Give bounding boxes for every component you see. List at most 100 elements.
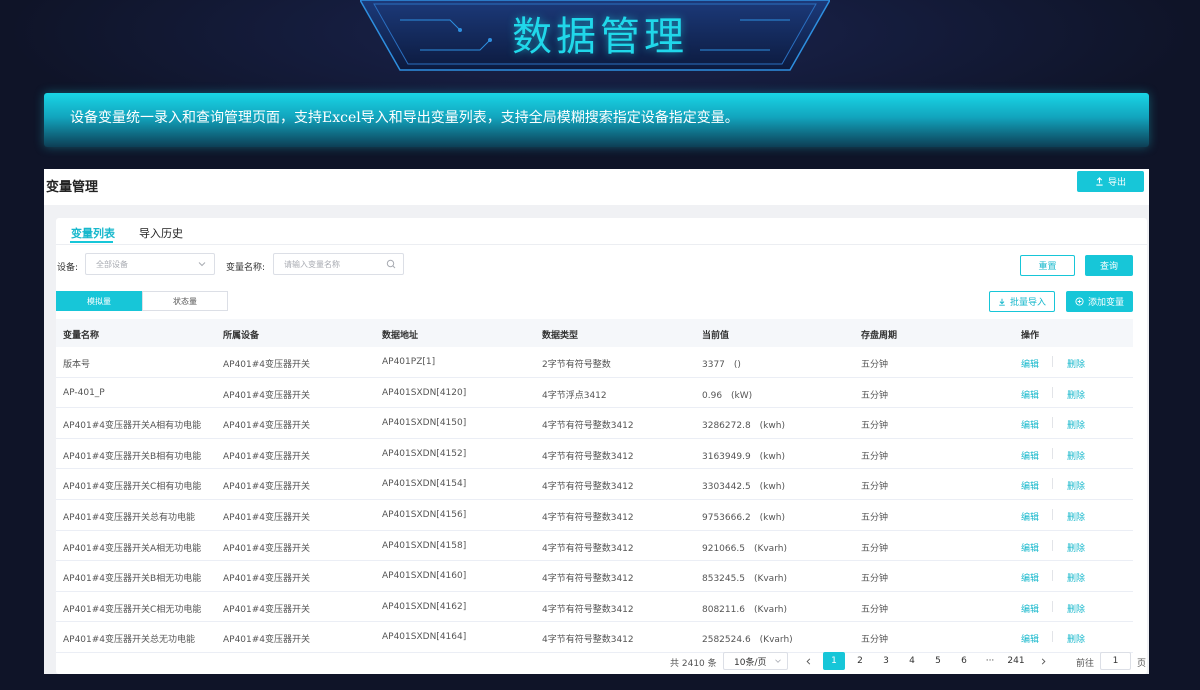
cell-data-type: 4字节有符号整数3412 xyxy=(542,451,634,462)
goto-page-input[interactable]: 1 xyxy=(1100,652,1131,670)
tab-import-history[interactable]: 导入历史 xyxy=(139,225,183,241)
edit-link[interactable]: 编辑 xyxy=(1021,571,1039,584)
variable-name-input[interactable]: 请输入变量名称 xyxy=(273,253,404,275)
cell-variable-name: AP401#4变压器开关总无功电能 xyxy=(63,635,196,646)
cell-device: AP401#4变压器开关 xyxy=(223,604,311,615)
edit-link[interactable]: 编辑 xyxy=(1021,541,1039,554)
cell-save-period: 五分钟 xyxy=(861,543,889,554)
variable-name-placeholder: 请输入变量名称 xyxy=(284,259,340,269)
action-divider xyxy=(1052,539,1053,551)
edit-link[interactable]: 编辑 xyxy=(1021,510,1039,523)
delete-link[interactable]: 删除 xyxy=(1067,479,1085,492)
edit-link[interactable]: 编辑 xyxy=(1021,449,1039,462)
panel-title: 变量管理 xyxy=(46,180,99,195)
cell-current-value: 3377 () xyxy=(702,360,741,370)
cell-save-period: 五分钟 xyxy=(861,390,889,401)
column-header-address: 数据地址 xyxy=(382,331,419,341)
cell-device: AP401#4变压器开关 xyxy=(223,360,311,370)
download-icon xyxy=(999,298,1005,306)
cell-address: AP401SXDN[4152] xyxy=(382,448,467,459)
edit-link[interactable]: 编辑 xyxy=(1021,357,1039,370)
cell-data-type: 4字节有符号整数3412 xyxy=(542,635,634,646)
cell-data-type: 4字节有符号整数3412 xyxy=(542,512,634,523)
device-filter-label: 设备: xyxy=(57,263,79,273)
cell-current-value: 9753666.2 (kwh) xyxy=(702,512,785,523)
table-row: AP401#4变压器开关A相无功电能 AP401#4变压器开关 AP401SXDN[… xyxy=(56,531,1133,562)
cell-address: AP401SXDN[4164] xyxy=(382,632,467,643)
delete-link[interactable]: 删除 xyxy=(1067,571,1085,584)
reset-button[interactable]: 重置 xyxy=(1020,255,1075,276)
cell-current-value: 3303442.5 (kwh) xyxy=(702,482,785,493)
next-page-button[interactable] xyxy=(1032,652,1054,670)
export-label: 导出 xyxy=(1107,178,1126,188)
cell-device: AP401#4变压器开关 xyxy=(223,543,311,554)
delete-link[interactable]: 删除 xyxy=(1067,632,1085,645)
page-number[interactable]: 3 xyxy=(875,652,897,670)
delete-link[interactable]: 删除 xyxy=(1067,602,1085,615)
variables-table: 变量名称 所属设备 数据地址 数据类型 当前值 存盘周期 操作 版本号 AP401… xyxy=(56,319,1133,653)
delete-link[interactable]: 删除 xyxy=(1067,510,1085,523)
add-variable-button[interactable]: 添加变量 xyxy=(1066,291,1133,312)
table-row: AP401#4变压器开关总有功电能 AP401#4变压器开关 AP401SXDN[4… xyxy=(56,500,1133,531)
page-number[interactable]: 1 xyxy=(823,652,845,670)
column-header-type: 数据类型 xyxy=(542,331,579,341)
cell-variable-name: AP401#4变压器开关C相无功电能 xyxy=(63,604,202,615)
table-row: AP401#4变压器开关A相有功电能 AP401#4变压器开关 AP401SXDN[… xyxy=(56,408,1133,439)
edit-link[interactable]: 编辑 xyxy=(1021,632,1039,645)
cell-address: AP401SXDN[4158] xyxy=(382,540,467,551)
table-row: AP401#4变压器开关B相无功电能 AP401#4变压器开关 AP401SXDN[… xyxy=(56,561,1133,592)
cell-save-period: 五分钟 xyxy=(861,421,889,432)
action-divider xyxy=(1052,417,1053,429)
query-button[interactable]: 查询 xyxy=(1085,255,1133,276)
page-number[interactable]: 241 xyxy=(1005,652,1027,670)
plus-circle-icon xyxy=(1075,297,1084,306)
page-size-value: 10条/页 xyxy=(734,657,767,668)
delete-link[interactable]: 删除 xyxy=(1067,449,1085,462)
segment-analog[interactable]: 模拟量 xyxy=(56,291,142,311)
page-number[interactable]: 2 xyxy=(849,652,871,670)
page-number[interactable]: 4 xyxy=(901,652,923,670)
cell-current-value: 853245.5 (Kvarh) xyxy=(702,574,787,585)
upload-icon xyxy=(1096,177,1103,186)
edit-link[interactable]: 编辑 xyxy=(1021,418,1039,431)
goto-suffix: 页 xyxy=(1137,659,1147,669)
page-size-select[interactable]: 10条/页 xyxy=(723,652,788,670)
delete-link[interactable]: 删除 xyxy=(1067,541,1085,554)
device-select[interactable]: 全部设备 xyxy=(85,253,215,275)
cell-save-period: 五分钟 xyxy=(861,574,889,585)
cell-device: AP401#4变压器开关 xyxy=(223,451,311,462)
action-divider xyxy=(1052,356,1053,367)
active-tab-indicator xyxy=(70,241,113,243)
delete-link[interactable]: 删除 xyxy=(1067,357,1085,370)
edit-link[interactable]: 编辑 xyxy=(1021,602,1039,615)
tab-variable-list[interactable]: 变量列表 xyxy=(71,225,115,241)
search-icon xyxy=(386,259,396,269)
table-header: 变量名称 所属设备 数据地址 数据类型 当前值 存盘周期 操作 xyxy=(56,319,1133,347)
export-button[interactable]: 导出 xyxy=(1077,171,1144,192)
cell-data-type: 2字节有符号整数 xyxy=(542,360,611,370)
batch-import-button[interactable]: 批量导入 xyxy=(989,291,1055,312)
tab-bar: 变量列表 导入历史 xyxy=(56,218,1147,245)
cell-data-type: 4字节有符号整数3412 xyxy=(542,482,634,493)
action-divider xyxy=(1052,386,1053,398)
cell-current-value: 808211.6 (Kvarh) xyxy=(702,604,787,615)
edit-link[interactable]: 编辑 xyxy=(1021,479,1039,492)
delete-link[interactable]: 删除 xyxy=(1067,388,1085,401)
segment-status[interactable]: 状态量 xyxy=(142,291,228,311)
prev-page-button[interactable] xyxy=(797,652,819,670)
column-header-period: 存盘周期 xyxy=(861,331,898,341)
edit-link[interactable]: 编辑 xyxy=(1021,388,1039,401)
delete-link[interactable]: 删除 xyxy=(1067,418,1085,431)
cell-variable-name: AP401#4变压器开关A相无功电能 xyxy=(63,543,202,554)
cell-variable-name: AP401#4变压器开关B相无功电能 xyxy=(63,574,202,585)
page-ellipsis[interactable]: ··· xyxy=(979,652,1001,670)
page-title: 数据管理 xyxy=(512,14,688,60)
variable-management-panel: 变量管理 导出 变量列表 导入历史 设备: 全部设备 变量名称: 请输入变量名称 xyxy=(44,169,1149,674)
cell-save-period: 五分钟 xyxy=(861,635,889,646)
cell-address: AP401SXDN[4120] xyxy=(382,387,467,398)
action-divider xyxy=(1052,478,1053,490)
cell-device: AP401#4变压器开关 xyxy=(223,574,311,585)
cell-variable-name: AP401#4变压器开关A相有功电能 xyxy=(63,421,202,432)
page-number[interactable]: 5 xyxy=(927,652,949,670)
page-number[interactable]: 6 xyxy=(953,652,975,670)
